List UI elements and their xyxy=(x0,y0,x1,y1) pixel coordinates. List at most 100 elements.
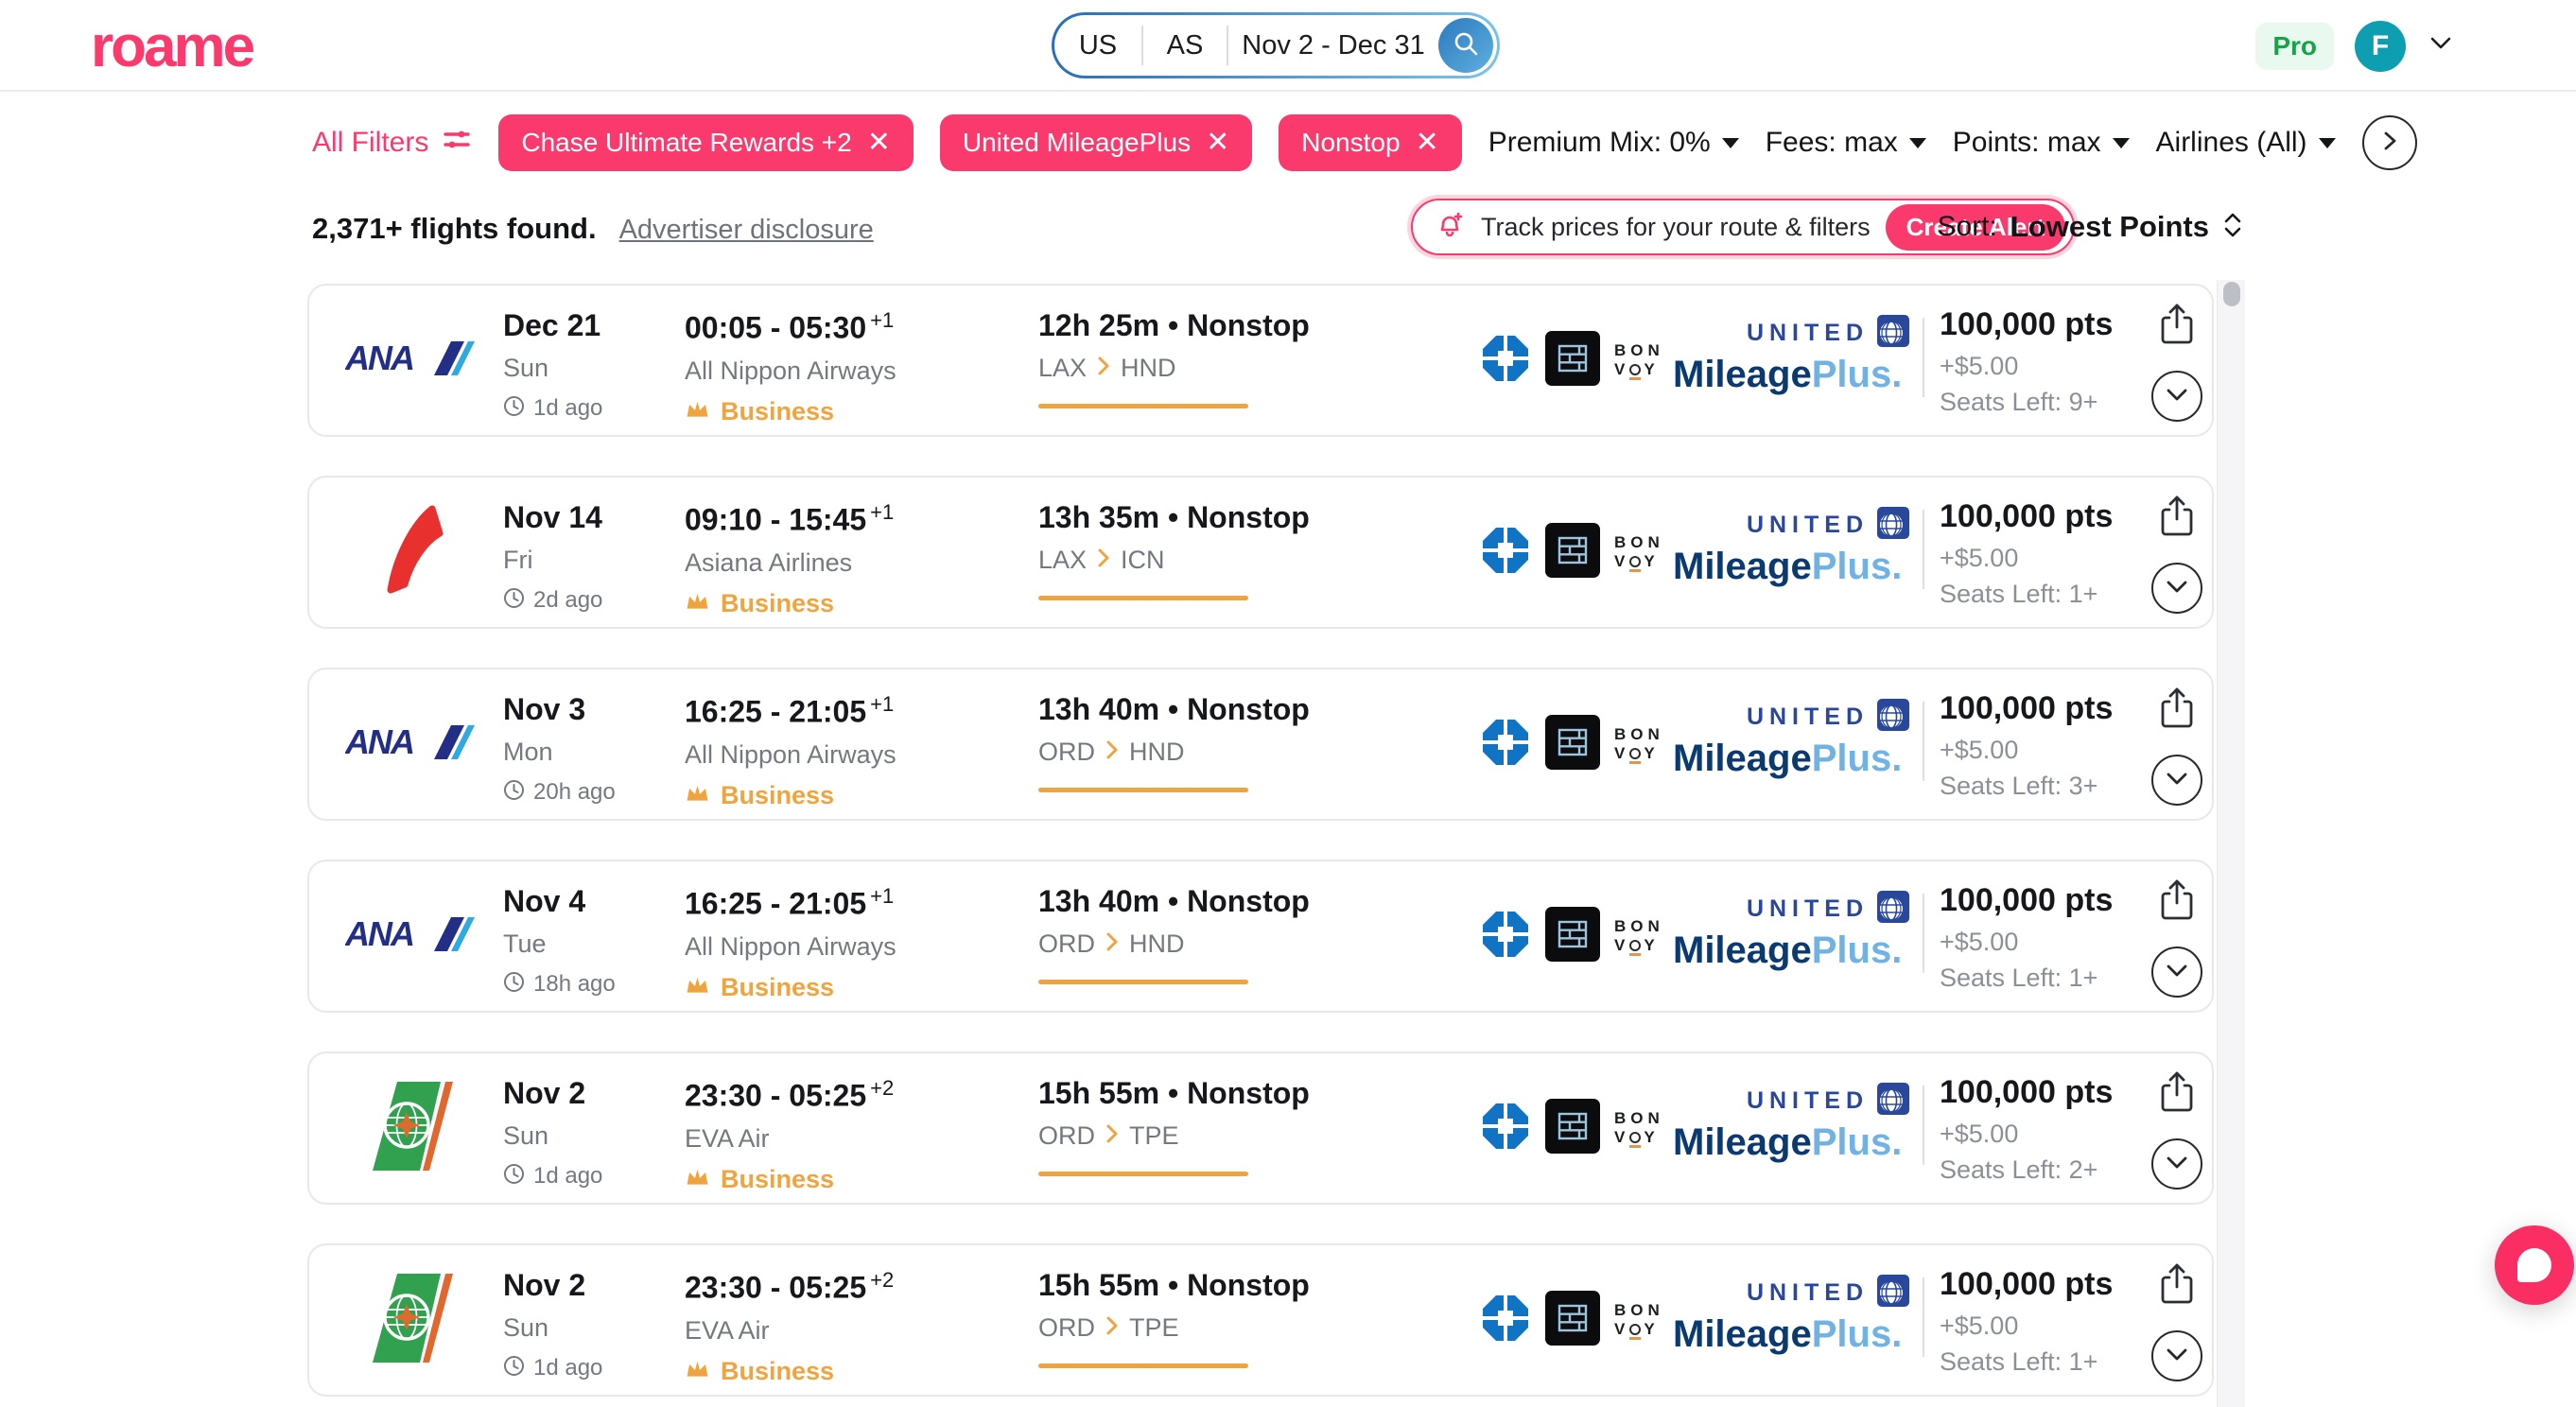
airline-logo: ANA xyxy=(336,861,492,1011)
airline-name: Asiana Airlines xyxy=(685,548,894,578)
filter-chip-chase-ultimate-rewards[interactable]: Chase Ultimate Rewards +2 ✕ xyxy=(498,114,914,171)
divider xyxy=(1923,1277,1924,1357)
mileage-wordmark: Mileage xyxy=(1673,546,1812,587)
flight-weekday: Mon xyxy=(503,738,616,767)
cabin-row: Business xyxy=(685,589,894,618)
expand-details-button[interactable] xyxy=(2151,563,2202,614)
flight-times: 16:25 - 21:05+1 xyxy=(685,884,896,922)
filters-scroll-next-button[interactable] xyxy=(2362,115,2417,170)
clock-icon xyxy=(503,1355,525,1381)
share-button[interactable] xyxy=(2155,495,2199,538)
united-mileageplus-logo: UNITED MileagePlus. xyxy=(1673,1083,1909,1164)
divider xyxy=(1923,318,1924,397)
clock-icon xyxy=(503,395,525,422)
expand-details-button[interactable] xyxy=(2151,755,2202,806)
posted-row: 2d ago xyxy=(503,587,602,614)
bonvoy-o-icon xyxy=(1629,748,1641,759)
chip-label: Chase Ultimate Rewards +2 xyxy=(521,128,851,158)
flight-result-card[interactable]: ANA xyxy=(307,284,2214,437)
plus-wordmark: Plus. xyxy=(1812,354,1903,395)
route-column: 13h 40m • Nonstop ORD HND xyxy=(1038,692,1310,792)
price-column: 100,000 pts +$5.00 Seats Left: 1+ xyxy=(1940,882,2113,993)
search-destination[interactable]: AS xyxy=(1143,30,1227,61)
time-column: 00:05 - 05:30+1 All Nippon Airways Busin… xyxy=(685,308,896,426)
posted-row: 1d ago xyxy=(503,1163,602,1190)
dropdown-points[interactable]: Points: max xyxy=(1953,127,2130,159)
close-icon[interactable]: ✕ xyxy=(1416,129,1439,157)
share-button[interactable] xyxy=(2155,878,2199,922)
search-origin[interactable]: US xyxy=(1054,30,1141,61)
nonstop-segment-bar xyxy=(1038,1364,1248,1368)
search-button[interactable] xyxy=(1438,18,1493,73)
bell-plus-icon xyxy=(1434,209,1466,246)
filter-chip-nonstop[interactable]: Nonstop ✕ xyxy=(1279,114,1461,171)
points-price: 100,000 pts xyxy=(1940,498,2113,535)
united-globe-icon xyxy=(1877,699,1909,736)
advertiser-disclosure-link[interactable]: Advertiser disclosure xyxy=(619,215,874,246)
cabin-row: Business xyxy=(685,1357,894,1386)
united-globe-icon xyxy=(1877,315,1909,352)
search-dates[interactable]: Nov 2 - Dec 31 xyxy=(1228,30,1438,61)
flight-result-card[interactable]: ANA xyxy=(307,476,2214,629)
dropdown-premium-mix[interactable]: Premium Mix: 0% xyxy=(1488,127,1739,159)
dropdown-label: Airlines (All) xyxy=(2156,127,2307,159)
crown-icon xyxy=(685,398,710,426)
share-button[interactable] xyxy=(2155,303,2199,346)
bilt-logo-icon xyxy=(1545,907,1600,966)
duration-stops: 13h 40m • Nonstop xyxy=(1038,884,1310,919)
route-row: LAX ICN xyxy=(1038,546,1310,575)
flight-result-card[interactable]: ANA xyxy=(307,668,2214,821)
filter-bar: All Filters Chase Ultimate Rewards +2 ✕ … xyxy=(312,106,2260,180)
mileage-wordmark: Mileage xyxy=(1673,1313,1812,1355)
ana-logo-icon: ANA xyxy=(345,914,483,959)
cash-fees: +$5.00 xyxy=(1940,1120,2113,1149)
sort-label: Sort: xyxy=(1938,211,1997,243)
chat-launcher-button[interactable] xyxy=(2495,1225,2574,1305)
flight-result-card[interactable]: ANA xyxy=(307,860,2214,1013)
destination-airport: HND xyxy=(1129,738,1185,767)
chevron-right-icon xyxy=(1096,354,1111,383)
expand-details-button[interactable] xyxy=(2151,1138,2202,1190)
expand-details-button[interactable] xyxy=(2151,947,2202,998)
flight-result-card[interactable]: ANA xyxy=(307,1051,2214,1205)
all-filters-button[interactable]: All Filters xyxy=(312,124,472,162)
crown-icon xyxy=(685,1358,710,1385)
duration-stops: 12h 25m • Nonstop xyxy=(1038,308,1310,343)
seats-left: Seats Left: 1+ xyxy=(1940,580,2113,609)
share-button[interactable] xyxy=(2155,1262,2199,1306)
flight-date: Nov 3 xyxy=(503,692,616,727)
divider xyxy=(1923,510,1924,589)
united-wordmark: UNITED xyxy=(1747,320,1869,347)
sort-control[interactable]: Sort: Lowest Points xyxy=(1938,210,2244,244)
avatar[interactable]: F xyxy=(2355,21,2406,72)
bonvoy-text: BON xyxy=(1614,917,1664,936)
expand-details-button[interactable] xyxy=(2151,1330,2202,1381)
flight-date: Nov 2 xyxy=(503,1076,602,1111)
chevron-down-icon xyxy=(2165,579,2189,599)
asiana-logo-icon xyxy=(383,497,445,608)
account-menu-button[interactable] xyxy=(2427,34,2455,58)
caret-down-icon xyxy=(2113,138,2130,148)
divider xyxy=(1923,894,1924,973)
share-button[interactable] xyxy=(2155,686,2199,730)
airline-name: All Nippon Airways xyxy=(685,932,896,962)
share-button[interactable] xyxy=(2155,1070,2199,1114)
flight-list: ANA xyxy=(307,284,2214,1407)
scrollbar-thumb[interactable] xyxy=(2223,282,2240,306)
dropdown-airlines[interactable]: Airlines (All) xyxy=(2156,127,2336,159)
close-icon[interactable]: ✕ xyxy=(867,129,891,157)
close-icon[interactable]: ✕ xyxy=(1206,129,1229,157)
filter-chip-united-mileageplus[interactable]: United MileagePlus ✕ xyxy=(940,114,1252,171)
route-row: ORD HND xyxy=(1038,929,1310,959)
dropdown-fees[interactable]: Fees: max xyxy=(1766,127,1926,159)
chase-logo-icon xyxy=(1480,909,1531,964)
united-wordmark: UNITED xyxy=(1747,512,1869,539)
bonvoy-text: VY xyxy=(1614,1128,1664,1147)
cabin-class: Business xyxy=(721,589,834,618)
pro-badge[interactable]: Pro xyxy=(2255,23,2334,70)
flight-result-card[interactable]: ANA xyxy=(307,1243,2214,1397)
cabin-row: Business xyxy=(685,973,896,1002)
expand-details-button[interactable] xyxy=(2151,371,2202,422)
bonvoy-text: VY xyxy=(1614,552,1664,571)
united-globe-icon xyxy=(1877,507,1909,544)
